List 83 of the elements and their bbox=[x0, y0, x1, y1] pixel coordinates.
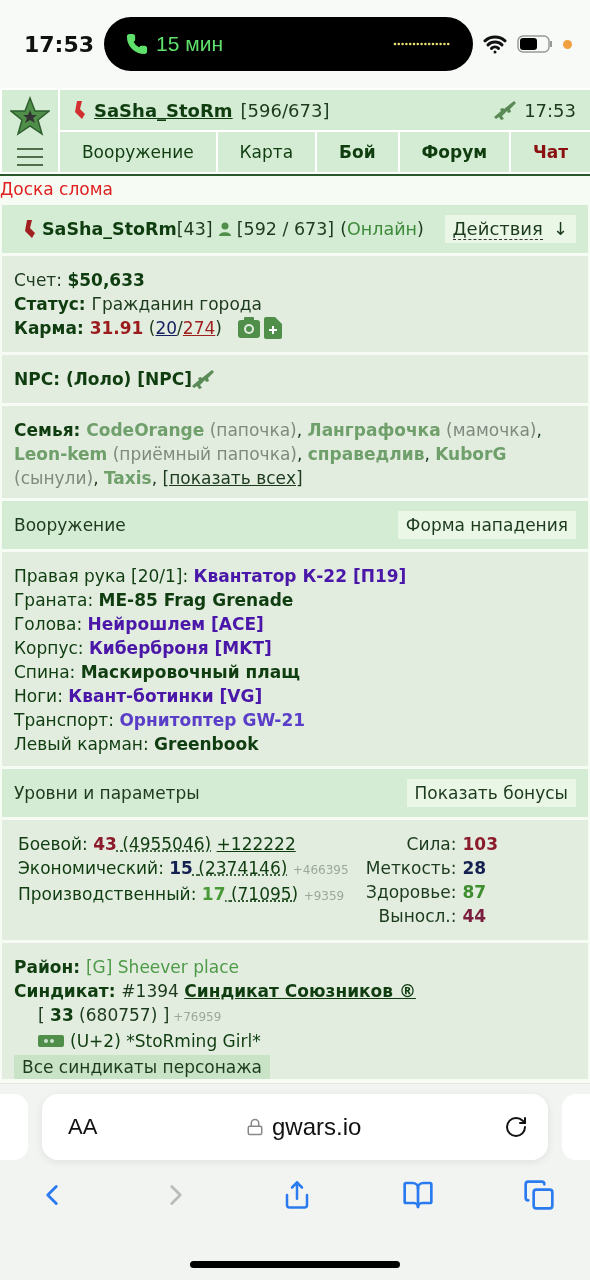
stat-name: Сила: bbox=[405, 833, 457, 856]
stat-value: 28 bbox=[462, 857, 488, 880]
camera-icon[interactable] bbox=[237, 317, 260, 339]
panel-button[interactable]: Показать бонусы bbox=[406, 779, 576, 807]
equipment-line: Корпус: Киберброня [MKT] bbox=[14, 637, 273, 660]
panel-button[interactable]: Форма нападения bbox=[397, 511, 576, 539]
lock-icon bbox=[246, 1118, 264, 1136]
skill-line: Экономический: 15 (2374146) +466395 bbox=[18, 857, 349, 880]
url-text: gwars.io bbox=[272, 1113, 362, 1141]
stat-value: 44 bbox=[462, 905, 488, 928]
text-size-button[interactable]: AA bbox=[62, 1113, 104, 1141]
info-line: Район: [G] Sheever place bbox=[14, 956, 240, 979]
panel-title: Уровни и параметры bbox=[14, 783, 200, 803]
reload-icon[interactable] bbox=[504, 1115, 528, 1139]
sock-icon bbox=[74, 101, 86, 119]
equipment-line: Левый карман: Greenbook bbox=[14, 733, 260, 756]
info-line: Синдикат: #1394 Синдикат Союзников ® bbox=[14, 980, 417, 1003]
link[interactable]: +122222 bbox=[216, 834, 296, 854]
item-link[interactable]: Маскировочный плащ bbox=[80, 662, 300, 682]
item-link[interactable]: Орнитоптер GW-21 bbox=[119, 710, 306, 730]
hp-text: [596/673] bbox=[240, 99, 330, 121]
equipment-line: Граната: ME-85 Frag Grenade bbox=[14, 589, 295, 612]
hp-text: [592 / 673] bbox=[236, 219, 335, 239]
item-link[interactable]: Квант-ботинки [VG] bbox=[68, 686, 263, 706]
tabs-icon[interactable] bbox=[523, 1179, 555, 1211]
stat-name: Выносл.: bbox=[377, 905, 457, 928]
npc-line: NPC: (Лоло) [NPC] bbox=[14, 368, 192, 391]
syndicate-level: [ 33 (680757) ] +76959 bbox=[38, 1004, 222, 1027]
server-time: 17:53 bbox=[524, 99, 576, 121]
sock-icon bbox=[24, 220, 36, 238]
account-line: Карма: 31.91 (20/274) bbox=[14, 316, 576, 340]
nav-tab[interactable]: Чат bbox=[511, 132, 590, 172]
account-line: Статус: Гражданин города bbox=[14, 293, 263, 316]
notice-link[interactable]: Доска слома bbox=[0, 176, 113, 203]
file-plus-icon[interactable] bbox=[263, 317, 282, 339]
player-link[interactable]: SaSha_StoRm bbox=[94, 99, 233, 121]
item-link[interactable]: Нейрошлем [ACE] bbox=[87, 614, 264, 634]
skill-line: Боевой: 43 (4955046) +122222 bbox=[18, 833, 297, 856]
item-link[interactable]: Квантатор К-22 [П19] bbox=[193, 566, 407, 586]
status-time: 17:53 bbox=[24, 31, 95, 57]
nav-tab[interactable]: Бой bbox=[317, 132, 398, 172]
stat-value: 87 bbox=[462, 881, 488, 904]
family-text: Семья: CodeOrange (папочка), Ланграфочка (мамочка), Leon-kem (приёмный папочка), справедлив, KuborG (сынули), Taxis, [показать всех] bbox=[14, 419, 543, 490]
all-syndicates-button[interactable]: Все синдикаты персонажа bbox=[14, 1055, 270, 1079]
rank-badge-icon bbox=[38, 1035, 64, 1047]
item-link[interactable]: ME-85 Frag Grenade bbox=[98, 590, 294, 610]
link[interactable]: Синдикат Союзников ® bbox=[184, 981, 416, 1001]
level-text: [43] bbox=[176, 219, 213, 239]
panel-title: Вооружение bbox=[14, 515, 126, 535]
link[interactable]: 20 bbox=[155, 318, 178, 338]
nav-tab[interactable]: Вооружение bbox=[60, 132, 216, 172]
equipment-line: Правая рука [20/1]: Квантатор К-22 [П19] bbox=[14, 565, 408, 588]
menu-icon[interactable] bbox=[17, 148, 43, 166]
phone-icon bbox=[126, 33, 149, 55]
equipment-line: Голова: Нейрошлем [ACE] bbox=[14, 613, 265, 636]
nav-tab[interactable]: Карта bbox=[217, 132, 316, 172]
account-line: Счет: $50,633 bbox=[14, 269, 146, 292]
rank-text: (U+2) *StoRming Girl* bbox=[70, 1030, 261, 1053]
actions-button[interactable]: Действия ↓ bbox=[444, 215, 576, 243]
star-logo-icon[interactable] bbox=[10, 96, 50, 136]
call-pill[interactable]: 15 мин bbox=[104, 17, 473, 71]
indicator-dot bbox=[563, 39, 572, 49]
person-icon bbox=[218, 222, 231, 236]
stat-name: Здоровье: bbox=[365, 881, 457, 904]
battery-icon bbox=[517, 35, 553, 53]
book-icon[interactable] bbox=[401, 1179, 434, 1211]
rifle-icon bbox=[191, 369, 214, 389]
stat-value: 103 bbox=[462, 833, 498, 856]
equipment-line: Ноги: Квант-ботинки [VG] bbox=[14, 685, 264, 708]
equipment-line: Транспорт: Орнитоптер GW-21 bbox=[14, 709, 307, 732]
link[interactable]: [показать всех] bbox=[162, 468, 303, 488]
nav-tab[interactable]: Форум bbox=[399, 132, 510, 172]
profile-name: SaSha_StoRm bbox=[42, 219, 177, 239]
gun-icon bbox=[494, 100, 517, 120]
stat-name: Меткость: bbox=[365, 857, 457, 880]
equipment-line: Спина: Маскировочный плащ bbox=[14, 661, 301, 684]
online-status: (Онлайн) bbox=[340, 219, 424, 239]
item-link[interactable]: Greenbook bbox=[154, 734, 259, 754]
skill-line: Производственный: 17 (71095) +9359 bbox=[18, 883, 346, 906]
waveform-icon bbox=[393, 42, 451, 46]
address-bar[interactable]: AA gwars.io bbox=[42, 1094, 548, 1160]
link[interactable]: 274 bbox=[182, 318, 216, 338]
item-link[interactable]: Киберброня [MKT] bbox=[88, 638, 272, 658]
